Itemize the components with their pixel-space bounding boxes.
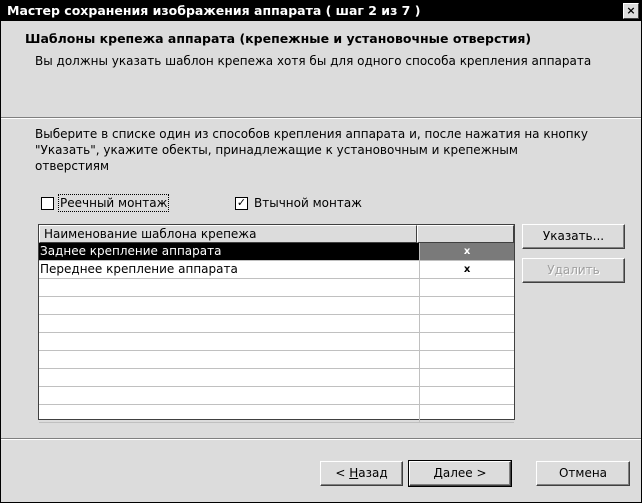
- back-button[interactable]: < Назад: [320, 461, 403, 486]
- back-button-rest: азад: [358, 466, 388, 480]
- template-mark-cell[interactable]: x: [420, 243, 514, 260]
- empty-mark-cell[interactable]: [420, 405, 514, 422]
- footer-divider: [1, 438, 641, 440]
- column-header-name[interactable]: Наименование шаблона крепежа: [39, 225, 418, 243]
- template-name-cell[interactable]: Заднее крепление аппарата: [39, 243, 421, 260]
- empty-table-row[interactable]: [39, 387, 514, 405]
- rail-mount-label: Реечный монтаж: [57, 194, 170, 212]
- page-subtitle: Вы должны указать шаблон крепежа хотя бы…: [35, 54, 592, 68]
- empty-table-row[interactable]: [39, 279, 514, 297]
- mount-template-table[interactable]: Наименование шаблона крепежа Заднее креп…: [38, 224, 515, 423]
- rail-mount-checkbox-box[interactable]: [41, 196, 54, 210]
- header-divider: [1, 117, 641, 119]
- empty-mark-cell[interactable]: [420, 351, 514, 368]
- empty-table-row[interactable]: [39, 405, 514, 423]
- empty-table-row[interactable]: [39, 297, 514, 315]
- next-button[interactable]: Далее >: [408, 460, 512, 487]
- back-button-mnemonic: Н: [349, 466, 359, 480]
- close-icon[interactable]: ×: [623, 3, 639, 19]
- empty-name-cell[interactable]: [39, 351, 421, 368]
- check-icon[interactable]: ✓: [235, 196, 248, 210]
- table-row[interactable]: Заднее крепление аппарата x: [39, 243, 514, 261]
- cancel-button[interactable]: Отмена: [536, 461, 630, 486]
- delete-button[interactable]: Удалить: [522, 258, 625, 283]
- title-bar[interactable]: Мастер сохранения изображения аппарата (…: [1, 1, 641, 21]
- window-title: Мастер сохранения изображения аппарата (…: [7, 3, 421, 18]
- empty-mark-cell[interactable]: [420, 279, 514, 296]
- empty-name-cell[interactable]: [39, 333, 421, 350]
- empty-table-row[interactable]: [39, 333, 514, 351]
- empty-table-row[interactable]: [39, 351, 514, 369]
- empty-mark-cell[interactable]: [420, 369, 514, 386]
- empty-table-row[interactable]: [39, 315, 514, 333]
- empty-mark-cell[interactable]: [420, 315, 514, 332]
- specify-button[interactable]: Указать...: [522, 224, 625, 249]
- back-button-prefix: <: [335, 466, 350, 480]
- rail-mount-checkbox[interactable]: Реечный монтаж: [41, 194, 170, 212]
- table-header: Наименование шаблона крепежа: [39, 225, 514, 243]
- empty-mark-cell[interactable]: [420, 333, 514, 350]
- empty-mark-cell[interactable]: [420, 297, 514, 314]
- page-title: Шаблоны крепежа аппарата (крепежные и ус…: [25, 31, 532, 46]
- template-name-cell[interactable]: Переднее крепление аппарата: [39, 261, 421, 278]
- empty-name-cell[interactable]: [39, 369, 421, 386]
- manual-mount-label: Втычной монтаж: [254, 196, 362, 210]
- empty-name-cell[interactable]: [39, 279, 421, 296]
- empty-name-cell[interactable]: [39, 387, 421, 404]
- empty-name-cell[interactable]: [39, 297, 421, 314]
- wizard-window: Мастер сохранения изображения аппарата (…: [0, 0, 642, 503]
- empty-name-cell[interactable]: [39, 315, 421, 332]
- table-body: Заднее крепление аппарата x Переднее крепл…: [39, 243, 514, 423]
- empty-mark-cell[interactable]: [420, 387, 514, 404]
- empty-table-row[interactable]: [39, 369, 514, 387]
- template-mark-cell[interactable]: x: [420, 261, 514, 278]
- instructions-text: Выберите в списке один из способов крепл…: [35, 127, 588, 173]
- empty-name-cell[interactable]: [39, 405, 421, 422]
- manual-mount-checkbox[interactable]: ✓ Втычной монтаж: [235, 196, 362, 210]
- column-header-mark[interactable]: [417, 225, 514, 243]
- table-row[interactable]: Переднее крепление аппарата x: [39, 261, 514, 279]
